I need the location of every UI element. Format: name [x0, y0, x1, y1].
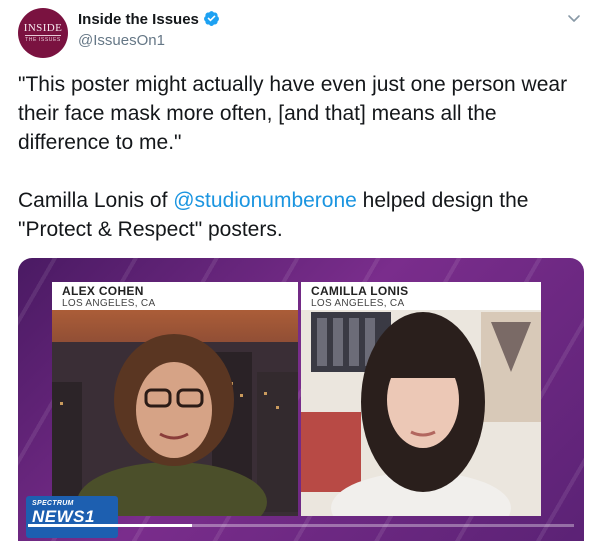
lower-third-left: ALEX COHEN LOS ANGELES, CA [52, 282, 298, 310]
video-progress-bar[interactable] [28, 524, 574, 527]
video-player[interactable]: ALEX COHEN LOS ANGELES, CA CAMILLA LONIS… [18, 258, 584, 541]
credit-text-before: Camilla Lonis of [18, 189, 174, 212]
tweet-text: "This poster might actually have even ju… [18, 70, 588, 244]
display-name[interactable]: Inside the Issues [78, 11, 199, 28]
avatar-logo-subtext: THE ISSUES [25, 34, 61, 43]
video-panel-right: CAMILLA LONIS LOS ANGELES, CA [301, 282, 541, 516]
avatar-logo-text: INSIDE [23, 21, 63, 34]
chevron-down-icon[interactable] [566, 10, 582, 26]
video-progress-fill [28, 524, 192, 527]
channel-logo: SPECTRUM NEWS1 [26, 496, 118, 538]
left-speaker-location: LOS ANGELES, CA [62, 298, 156, 309]
mention-link[interactable]: @studionumberone [173, 189, 357, 212]
lower-third-right: CAMILLA LONIS LOS ANGELES, CA [301, 282, 541, 310]
right-speaker-location: LOS ANGELES, CA [311, 298, 405, 309]
tweet-credit-line: Camilla Lonis of @studionumberone helped… [18, 186, 588, 244]
left-speaker-name: ALEX COHEN [62, 284, 144, 298]
user-handle[interactable]: @IssuesOn1 [78, 32, 165, 49]
right-speaker-name: CAMILLA LONIS [311, 284, 409, 298]
guest-video-frame [301, 282, 541, 516]
tweet-card: INSIDE THE ISSUES Inside the Issues @Iss… [0, 0, 596, 541]
video-panel-left: ALEX COHEN LOS ANGELES, CA [52, 282, 298, 516]
host-video-frame [52, 334, 298, 516]
verified-badge-icon [204, 11, 219, 26]
avatar[interactable]: INSIDE THE ISSUES [18, 8, 68, 58]
tweet-quote: "This poster might actually have even ju… [18, 73, 568, 154]
